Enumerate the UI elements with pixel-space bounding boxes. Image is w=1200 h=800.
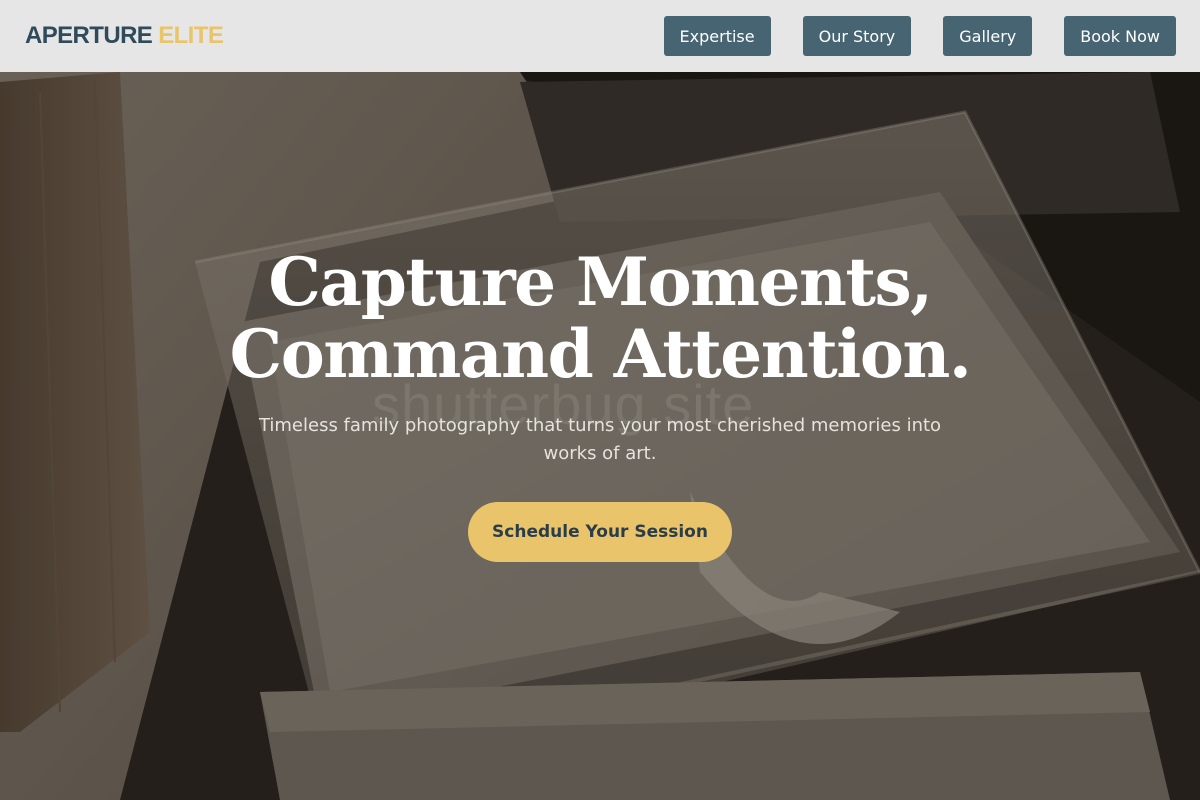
brand-logo[interactable]: APERTURE ELITE: [25, 22, 224, 50]
nav-gallery-button[interactable]: Gallery: [943, 16, 1033, 56]
nav-book-now-button[interactable]: Book Now: [1064, 16, 1176, 56]
site-header: APERTURE ELITE Expertise Our Story Galler…: [0, 0, 1200, 72]
brand-name-accent: ELITE: [158, 22, 224, 49]
schedule-session-button[interactable]: Schedule Your Session: [468, 502, 732, 562]
main-nav: Expertise Our Story Gallery Book Now: [663, 16, 1176, 56]
hero-title-line-2: Command Attention.: [229, 315, 972, 393]
hero-title-line-1: Capture Moments,: [268, 243, 933, 321]
nav-our-story-button[interactable]: Our Story: [802, 16, 912, 56]
hero-content: Capture Moments, Command Attention. Time…: [0, 246, 1200, 562]
brand-name-primary: APERTURE: [25, 22, 153, 49]
hero-title: Capture Moments, Command Attention.: [220, 246, 980, 390]
hero-subtitle: Timeless family photography that turns y…: [258, 415, 942, 464]
nav-expertise-button[interactable]: Expertise: [663, 16, 771, 56]
